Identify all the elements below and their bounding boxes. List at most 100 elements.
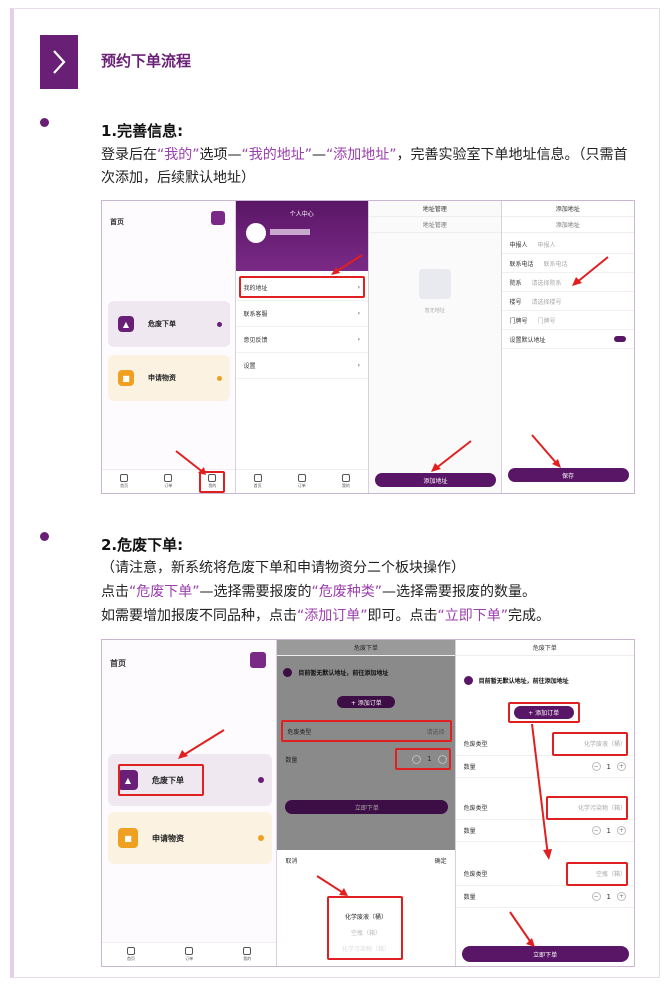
tab-label: 订单 bbox=[185, 956, 194, 961]
field-placeholder: 联系电话 bbox=[543, 260, 568, 268]
header-chevron-box bbox=[40, 35, 78, 89]
briefcase-icon: ■ bbox=[118, 370, 134, 386]
tab-mine[interactable]: 我的 bbox=[341, 474, 350, 489]
annotation-box bbox=[118, 764, 204, 796]
qty-value: 1 bbox=[606, 892, 611, 901]
annotation-box bbox=[281, 720, 453, 742]
tab-mine[interactable]: 我的 bbox=[243, 947, 252, 962]
profile-title: 个人中心 bbox=[289, 211, 314, 218]
tab-home[interactable]: 首页 bbox=[253, 474, 262, 489]
dot bbox=[217, 321, 222, 327]
phone-order-picker: 危废下单 目前暂无默认地址，前往添加地址 + 添加订单 危废类型 请选择 数量 … bbox=[277, 640, 456, 966]
minus-icon[interactable]: − bbox=[591, 892, 601, 901]
tab-home[interactable]: 首页 bbox=[127, 947, 136, 962]
text: 完成。 bbox=[508, 608, 551, 624]
logo-icon bbox=[210, 211, 225, 225]
order-topbar: 危废下单 bbox=[277, 640, 455, 656]
card-hazard-order[interactable]: ▲ 危废下单 bbox=[108, 301, 230, 347]
section1-title: 1.完善信息: bbox=[101, 122, 184, 140]
menu-item-settings[interactable]: 设置 › bbox=[235, 353, 368, 379]
menu-label: 设置 bbox=[243, 363, 256, 370]
minus-icon[interactable]: − bbox=[591, 826, 601, 835]
section2-title: 2.危废下单: bbox=[101, 536, 184, 554]
tab-orders[interactable]: 订单 bbox=[297, 474, 306, 489]
qty-stepper[interactable]: −1 + bbox=[591, 762, 626, 771]
field-label: 门牌号 bbox=[509, 317, 528, 325]
dot bbox=[258, 777, 264, 783]
phone-home: 首页 ▲ 危废下单 ■ 申请物资 首页 订单 我的 bbox=[102, 201, 236, 493]
tab-orders[interactable]: 订单 bbox=[185, 947, 194, 962]
save-button[interactable]: 保存 bbox=[507, 468, 629, 482]
highlight-text: “立即下单” bbox=[437, 608, 509, 624]
field-label: 设置默认地址 bbox=[509, 336, 546, 344]
chevron-right-icon: › bbox=[357, 336, 360, 343]
plus-icon[interactable]: + bbox=[617, 762, 626, 771]
screenshot-strip-1: 首页 ▲ 危废下单 ■ 申请物资 首页 订单 我的 个人中心 我的地址 › 联系客… bbox=[101, 200, 635, 494]
field-placeholder: 请选择楼号 bbox=[531, 298, 562, 306]
picker-cancel[interactable]: 取消 bbox=[285, 856, 297, 865]
qty-stepper[interactable]: −1 + bbox=[591, 892, 626, 901]
dot bbox=[258, 835, 264, 841]
tab-bar: 首页 订单 我的 bbox=[235, 469, 368, 493]
phone-profile: 个人中心 我的地址 › 联系客服 › 意见反馈 › 设置 › 首页 订单 我的 bbox=[235, 201, 369, 493]
card-apply-supplies[interactable]: ■ 申请物资 bbox=[108, 812, 272, 864]
home-icon bbox=[127, 947, 136, 955]
plus-icon[interactable]: + bbox=[617, 826, 626, 835]
chevron-right-icon bbox=[53, 50, 66, 74]
notice-row[interactable]: 目前暂无默认地址，前往添加地址 bbox=[463, 676, 569, 685]
minus-icon[interactable]: − bbox=[591, 762, 601, 771]
tab-home[interactable]: 首页 bbox=[120, 474, 129, 489]
field-room[interactable]: 门牌号 门牌号 bbox=[501, 311, 634, 330]
field-label: 申报人 bbox=[509, 241, 528, 249]
submit-order-button[interactable]: 立即下单 bbox=[461, 946, 629, 962]
type-label: 危废类型 bbox=[463, 741, 488, 748]
order-icon bbox=[185, 947, 194, 955]
annotation-arrow bbox=[530, 434, 561, 468]
picker-confirm[interactable]: 确定 bbox=[435, 856, 447, 865]
picker-actions: 取消 确定 bbox=[277, 850, 454, 871]
user-icon bbox=[341, 474, 350, 482]
phone-add-address: 添加地址 添加地址 申报人 申报人 联系电话 联系电话 院系 请选择院系 楼号 请选择楼… bbox=[501, 201, 634, 493]
card-apply-supplies[interactable]: ■ 申请物资 bbox=[108, 355, 230, 401]
annotation-arrow bbox=[175, 450, 206, 475]
text: — bbox=[312, 147, 327, 163]
submit-order-button[interactable]: 立即下单 bbox=[285, 800, 449, 814]
default-address-toggle-row[interactable]: 设置默认地址 bbox=[501, 330, 634, 349]
type-picker-sheet: 取消 确定 化学废液（桶） 空瓶（箱） 化学污染物（箱） bbox=[277, 850, 455, 966]
empty-illustration bbox=[419, 269, 451, 299]
location-icon bbox=[463, 676, 473, 685]
logo-icon bbox=[250, 652, 267, 668]
addr-mgmt-subbar: 地址管理 bbox=[369, 217, 501, 233]
field-placeholder: 请选择院系 bbox=[531, 279, 562, 287]
plus-icon[interactable]: + bbox=[617, 892, 626, 901]
field-label: 联系电话 bbox=[509, 260, 534, 268]
annotation-arrow bbox=[530, 723, 552, 860]
qty-label: 数量 bbox=[285, 756, 298, 764]
qty-value: 1 bbox=[606, 762, 611, 771]
section2-line3: 如需要增加报废不同品种，点击“添加订单”即可。点击“立即下单”完成。 bbox=[101, 605, 641, 628]
qty-stepper[interactable]: −1 + bbox=[591, 826, 626, 835]
highlight-text: “我的地址” bbox=[241, 147, 313, 163]
hazard-icon: ▲ bbox=[118, 316, 134, 332]
add-address-button[interactable]: 添加地址 bbox=[375, 473, 496, 487]
text: 如需要增加报废不同品种，点击 bbox=[101, 608, 297, 624]
briefcase-icon: ■ bbox=[118, 828, 138, 848]
notice-row[interactable]: 目前暂无默认地址，前往添加地址 bbox=[283, 668, 388, 677]
menu-item-service[interactable]: 联系客服 › bbox=[235, 301, 368, 327]
tab-label: 首页 bbox=[120, 483, 129, 488]
add-order-button[interactable]: + 添加订单 bbox=[337, 696, 396, 708]
user-icon bbox=[243, 947, 252, 955]
toggle-switch[interactable] bbox=[614, 336, 626, 342]
chevron-right-icon: › bbox=[357, 362, 360, 369]
annotation-arrow bbox=[330, 254, 363, 275]
home-icon bbox=[120, 474, 129, 482]
notice-text: 目前暂无默认地址，前往添加地址 bbox=[298, 670, 389, 677]
field-reporter[interactable]: 申报人 申报人 bbox=[501, 235, 634, 254]
type-label: 危废类型 bbox=[463, 871, 488, 878]
qty-row: 数量 −1 + bbox=[455, 886, 634, 908]
order2-topbar: 危废下单 bbox=[455, 640, 634, 656]
field-building[interactable]: 楼号 请选择楼号 bbox=[501, 292, 634, 311]
add-addr-topbar: 添加地址 bbox=[501, 201, 634, 217]
menu-label: 意见反馈 bbox=[243, 337, 268, 344]
menu-item-feedback[interactable]: 意见反馈 › bbox=[235, 327, 368, 353]
